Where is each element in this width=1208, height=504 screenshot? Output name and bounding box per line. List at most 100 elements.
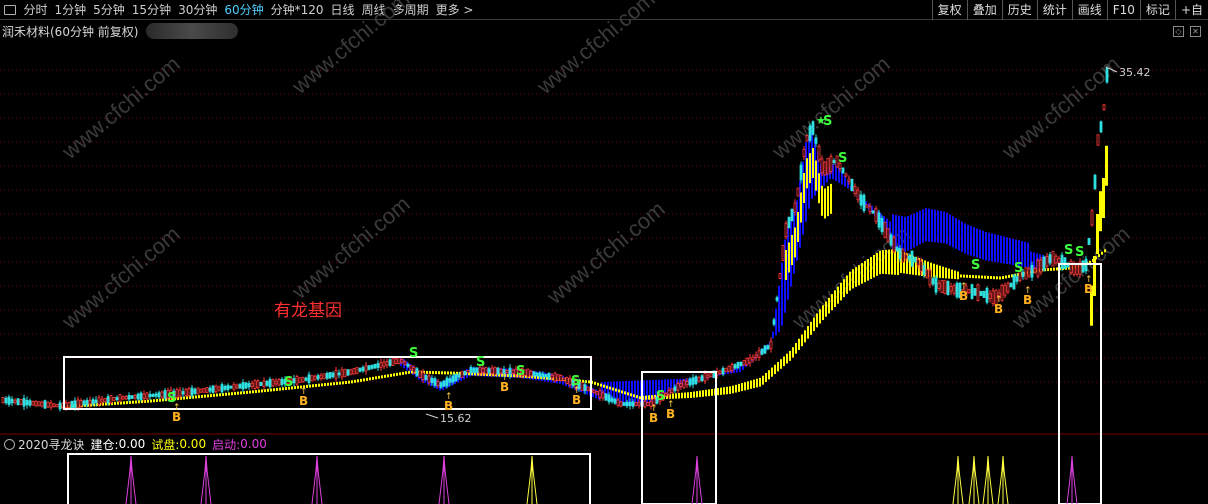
- candle-body: [1054, 255, 1058, 264]
- candle-body: [304, 377, 308, 381]
- yellow-band-bar: [759, 377, 761, 387]
- buy-arrow-icon: ↑: [573, 386, 581, 396]
- indicator-settings-icon[interactable]: [4, 438, 15, 450]
- yellow-band-bar: [933, 263, 935, 278]
- buy-arrow-icon: ↑: [1085, 275, 1093, 285]
- candle-body: [970, 284, 974, 299]
- candle-body: [814, 137, 818, 144]
- candle-body: [883, 221, 887, 239]
- yellow-rally-bar: [824, 188, 826, 219]
- candle-body: [673, 386, 677, 392]
- yellow-band-bar: [813, 317, 815, 332]
- candle-body: [832, 160, 836, 163]
- yellow-band-bar: [135, 400, 137, 404]
- yellow-band-bar: [234, 391, 236, 395]
- candle-body: [46, 401, 50, 408]
- yellow-rally-bar: [821, 185, 823, 216]
- candle-body: [979, 290, 983, 297]
- yellow-band-bar: [954, 270, 956, 280]
- candle-body: [4, 397, 8, 404]
- yellow-band-bar: [384, 374, 386, 378]
- candle-body: [679, 383, 683, 387]
- yellow-band-bar: [159, 398, 161, 402]
- candle-body: [34, 400, 38, 407]
- blue-band-bar: [931, 209, 933, 242]
- candle-body: [391, 357, 395, 366]
- candle-body: [544, 374, 548, 378]
- blue-band-bar: [901, 216, 903, 252]
- sell-signal-12: S: [1075, 245, 1084, 260]
- highlight-box-2: [1058, 263, 1102, 504]
- candle-body: [352, 368, 356, 375]
- yellow-band-bar: [1053, 267, 1055, 271]
- candle-body: [271, 379, 275, 387]
- candle-body: [364, 365, 368, 372]
- yellow-band-bar: [1098, 254, 1100, 258]
- candle-body: [361, 366, 365, 372]
- candle-body: [187, 388, 191, 396]
- yellow-band-bar: [123, 401, 125, 405]
- blue-band-bar: [778, 285, 780, 333]
- candle-body: [469, 366, 473, 374]
- candle-body: [967, 289, 971, 294]
- candle-body: [598, 390, 602, 399]
- yellow-band-bar: [975, 275, 977, 279]
- candle-body: [622, 402, 626, 406]
- yellow-band-bar: [861, 263, 863, 284]
- candle-body: [829, 155, 833, 172]
- candle-body: [433, 378, 437, 386]
- candle-body: [430, 377, 434, 384]
- yellow-band-bar: [978, 275, 980, 279]
- candle-body: [907, 255, 911, 260]
- candle-body: [109, 395, 113, 404]
- candle-body: [121, 396, 125, 400]
- candle-body: [1042, 256, 1046, 271]
- blue-band-bar: [970, 226, 972, 256]
- candle-body: [196, 387, 200, 395]
- candle-body: [697, 376, 701, 382]
- candle-body: [916, 259, 920, 266]
- yellow-band-bar: [1104, 249, 1106, 253]
- yellow-band-bar: [774, 364, 776, 375]
- candle-body: [355, 367, 359, 375]
- candle-body: [193, 388, 197, 394]
- yellow-band-bar: [606, 385, 608, 389]
- candle-body: [613, 398, 617, 404]
- sell-signal-2: S: [409, 346, 418, 361]
- candle-body: [442, 380, 446, 387]
- yellow-band-bar: [990, 276, 992, 279]
- yellow-band-bar: [741, 383, 743, 392]
- candle-body: [583, 384, 587, 391]
- blue-band-bar: [949, 214, 951, 246]
- blue-band-bar: [772, 331, 774, 339]
- sell-signal-4: S: [516, 364, 525, 379]
- candle-body: [463, 371, 467, 375]
- candle-body: [232, 384, 236, 390]
- yellow-band-bar: [294, 386, 296, 390]
- candle-body: [874, 208, 878, 222]
- candle-body: [1051, 250, 1055, 267]
- kline-chart[interactable]: www.cfchi.com www.cfchi.com www.cfchi.com w…: [0, 0, 1208, 504]
- candle-body: [772, 319, 776, 325]
- yellow-band-bar: [999, 276, 1001, 280]
- blue-band-bar: [907, 216, 909, 251]
- buy-arrow-icon: ↑: [995, 295, 1003, 305]
- candle-body: [100, 398, 104, 403]
- candle-body: [784, 222, 788, 238]
- candle-body: [256, 380, 260, 389]
- candle-body: [667, 390, 671, 396]
- yellow-band-bar: [441, 371, 443, 375]
- yellow-band-bar: [795, 342, 797, 354]
- yellow-rally-bar: [785, 250, 787, 280]
- yellow-band-bar: [126, 401, 128, 405]
- yellow-band-bar: [363, 378, 365, 382]
- blue-band-bar: [967, 224, 969, 255]
- yellow-rally-bar: [830, 183, 832, 214]
- candle-body: [1060, 254, 1064, 269]
- candle-body: [1099, 121, 1103, 133]
- blue-band-bar: [958, 219, 960, 251]
- yellow-band-bar: [783, 356, 785, 367]
- yellow-band-bar: [138, 400, 140, 404]
- yellow-band-bar: [882, 250, 884, 274]
- candle-body: [1039, 259, 1043, 273]
